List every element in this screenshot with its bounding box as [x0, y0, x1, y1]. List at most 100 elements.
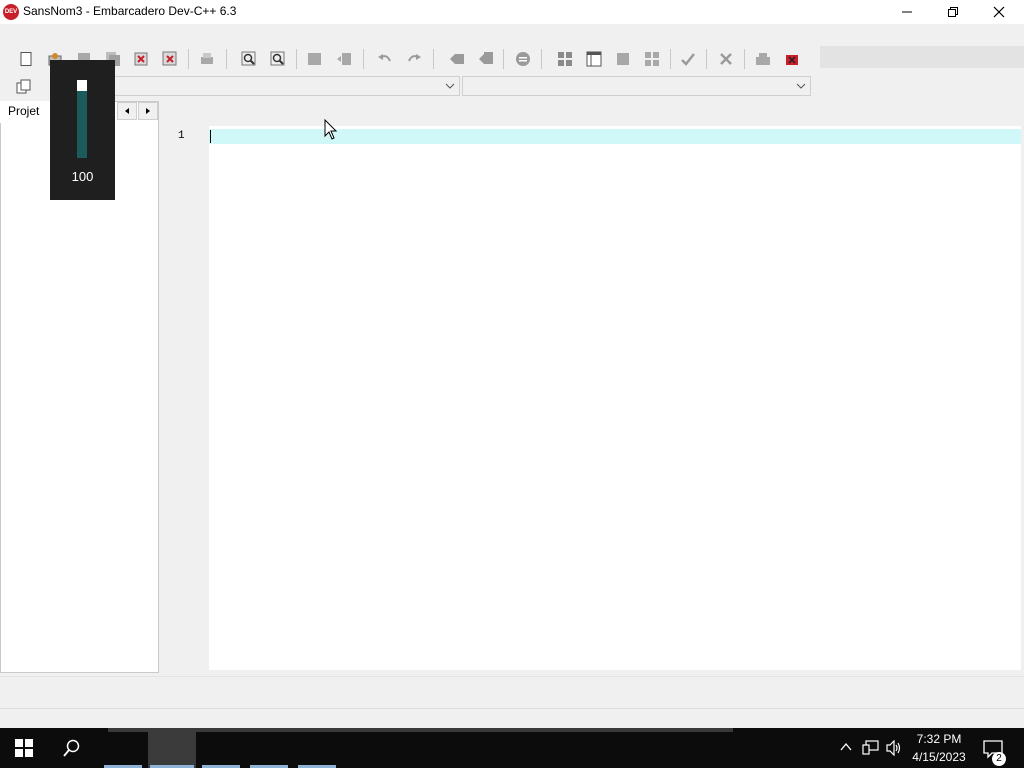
taskbar-app-3[interactable]	[200, 728, 244, 768]
search-button[interactable]	[63, 739, 81, 760]
close-button[interactable]	[976, 0, 1022, 24]
text-caret	[210, 130, 211, 143]
clock-date[interactable]: 4/15/2023	[906, 750, 972, 764]
redo-icon	[408, 54, 421, 62]
arrow-right-icon	[146, 108, 150, 114]
chevron-up-icon	[840, 742, 852, 751]
compile-button[interactable]	[449, 51, 465, 67]
window-icon	[586, 51, 602, 67]
network-button[interactable]	[862, 740, 880, 759]
line-gutter	[164, 126, 208, 670]
notification-badge: 2	[992, 752, 1006, 766]
grid-icon	[558, 52, 572, 66]
profile-button[interactable]	[644, 51, 660, 67]
mouse-pointer-icon	[324, 118, 340, 144]
replace-icon	[270, 51, 285, 66]
minimize-button[interactable]	[884, 0, 930, 24]
line-number: 1	[178, 130, 185, 142]
goto-icon	[16, 79, 31, 94]
undo-button[interactable]	[377, 51, 393, 67]
taskbar-app-1[interactable]	[100, 728, 146, 768]
member-combo[interactable]	[462, 76, 811, 96]
app-icon[interactable]: DEV	[3, 4, 19, 20]
clock-time[interactable]: 7:32 PM	[906, 732, 972, 746]
compile-icon	[450, 54, 464, 64]
toolbar-separator	[296, 49, 297, 69]
toolbar-separator	[541, 49, 542, 69]
close-icon	[993, 6, 1005, 18]
compile-run-icon	[516, 52, 530, 66]
stop-button[interactable]	[615, 51, 631, 67]
run-button[interactable]	[478, 51, 494, 67]
code-editor[interactable]	[209, 126, 1021, 670]
debug-button[interactable]	[586, 51, 602, 67]
run-icon	[479, 52, 493, 64]
tab-projet[interactable]: Projet	[0, 101, 50, 123]
new-project-button[interactable]	[755, 51, 771, 67]
volume-slider-thumb[interactable]	[77, 80, 87, 91]
close-project-icon	[786, 55, 798, 65]
taskbar-app-4[interactable]	[248, 728, 292, 768]
clean-button[interactable]	[718, 51, 734, 67]
close-file-icon	[134, 52, 148, 66]
toolbar-separator	[433, 49, 434, 69]
find-icon	[241, 51, 256, 66]
stop-icon	[617, 53, 629, 65]
status-bar-lower	[0, 708, 1024, 729]
restore-button[interactable]	[930, 0, 976, 24]
unindent-icon	[337, 53, 351, 65]
toolbar-separator	[670, 49, 671, 69]
taskbar-app-devcpp[interactable]	[148, 728, 196, 768]
grid-icon	[645, 52, 659, 66]
find-button[interactable]	[241, 51, 257, 67]
tab-scroll-left-button[interactable]	[117, 102, 137, 120]
toolbar-separator	[706, 49, 707, 69]
indent-button[interactable]	[307, 51, 323, 67]
speaker-icon	[886, 739, 901, 757]
project-icon	[756, 53, 770, 65]
volume-button[interactable]	[885, 739, 903, 759]
compile-run-button[interactable]	[515, 51, 531, 67]
close-file-button[interactable]	[133, 51, 149, 67]
x-icon	[720, 53, 732, 65]
print-icon	[201, 53, 213, 64]
undo-icon	[378, 54, 391, 62]
chevron-down-icon	[445, 83, 455, 89]
replace-button[interactable]	[270, 51, 286, 67]
restore-icon	[948, 7, 958, 17]
toolbar-separator	[226, 49, 227, 69]
redo-button[interactable]	[406, 51, 422, 67]
new-file-button[interactable]	[18, 51, 34, 67]
volume-value: 100	[71, 169, 94, 184]
search-icon	[63, 739, 80, 757]
indent-icon	[308, 53, 321, 65]
tab-scroll-right-button[interactable]	[138, 102, 158, 120]
network-icon	[862, 740, 879, 755]
unindent-button[interactable]	[336, 51, 352, 67]
rebuild-button[interactable]	[557, 51, 573, 67]
close-all-button[interactable]	[162, 51, 178, 67]
tab-projet-label: Projet	[8, 104, 40, 118]
check-syntax-button[interactable]	[680, 51, 696, 67]
windows-logo-icon	[15, 739, 33, 757]
toolbar-separator	[744, 49, 745, 69]
arrow-left-icon	[125, 108, 129, 114]
status-bar	[0, 676, 1024, 705]
start-button[interactable]	[15, 739, 33, 760]
chevron-down-icon	[796, 83, 806, 89]
volume-slider[interactable]	[77, 80, 87, 158]
minimize-icon	[902, 11, 912, 13]
show-hidden-icons-button[interactable]	[839, 741, 853, 756]
goto-button[interactable]	[16, 79, 32, 95]
window-title: SansNom3 - Embarcadero Dev-C++ 6.3	[23, 4, 237, 18]
toolbar-separator	[188, 49, 189, 69]
print-button[interactable]	[199, 51, 215, 67]
taskbar-app-5[interactable]	[296, 728, 340, 768]
close-all-icon	[162, 51, 177, 66]
toolbar-empty-area	[820, 46, 1024, 68]
class-combo[interactable]	[112, 76, 460, 96]
close-project-button[interactable]	[784, 51, 800, 67]
check-icon	[681, 53, 695, 66]
new-file-icon	[20, 52, 32, 66]
toolbar-separator	[363, 49, 364, 69]
